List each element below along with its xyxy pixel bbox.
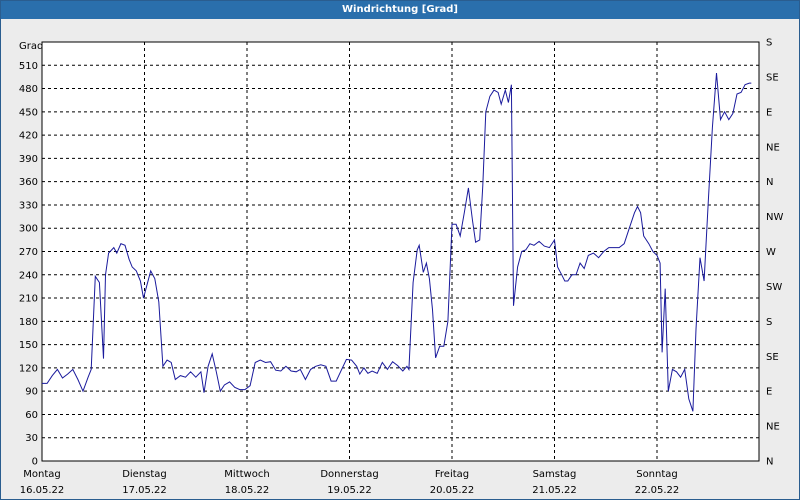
y-tick-label: 330 [19, 200, 38, 211]
y-tick-label: 450 [19, 107, 38, 118]
x-tick-weekday: Samstag [533, 469, 577, 480]
y-tick-label: 180 [19, 317, 38, 328]
direction-label: SE [766, 72, 779, 83]
chart-window: Windrichtung [Grad] 0 30 60 90 120 150 180 210 2… [0, 0, 800, 500]
plot-area [41, 41, 760, 462]
y-tick-label: 360 [19, 177, 38, 188]
y-tick-label: 300 [19, 224, 38, 235]
y-tick-label: 60 [25, 410, 38, 421]
direction-label: NE [766, 142, 780, 153]
direction-label: E [766, 107, 772, 118]
chart: 0 30 60 90 120 150 180 210 240 270 300 330 360 390 420… [19, 38, 784, 497]
x-tick-date: 18.05.22 [225, 485, 270, 496]
y-tick-label: 150 [19, 340, 38, 351]
direction-label: N [766, 177, 773, 188]
direction-label: NE [766, 422, 780, 433]
direction-label: SE [766, 352, 779, 363]
direction-label: E [766, 387, 772, 398]
y-tick-label: 390 [19, 154, 38, 165]
y-tick-label: 480 [19, 84, 38, 95]
direction-label: NW [766, 212, 783, 223]
x-tick-date: 22.05.22 [635, 485, 680, 496]
x-tick-weekday: Montag [23, 469, 60, 480]
x-tick-date: 21.05.22 [532, 485, 577, 496]
y-tick-label: 420 [19, 131, 38, 142]
y-tick-label: 120 [19, 363, 38, 374]
y-tick-label: 270 [19, 247, 38, 258]
x-axis: Montag 16.05.22 Dienstag 17.05.22 Mittwoch 18… [20, 469, 680, 496]
x-tick-date: 17.05.22 [122, 485, 167, 496]
x-tick-weekday: Donnerstag [320, 469, 378, 480]
x-tick-date: 16.05.22 [20, 485, 65, 496]
y-tick-label: 0 [32, 457, 38, 468]
x-tick-date: 19.05.22 [327, 485, 372, 496]
y-axis-label: Grad [19, 41, 43, 52]
direction-label: S [766, 38, 772, 49]
x-tick-weekday: Dienstag [122, 469, 167, 480]
y-tick-label: 510 [19, 61, 38, 72]
direction-label: S [766, 317, 772, 328]
direction-label: SW [766, 282, 782, 293]
y-tick-label: 240 [19, 270, 38, 281]
y-tick-label: 210 [19, 294, 38, 305]
x-tick-date: 20.05.22 [430, 485, 475, 496]
x-tick-weekday: Sonntag [636, 469, 678, 480]
y-tick-label: 30 [25, 433, 38, 444]
direction-label: N [766, 457, 773, 468]
direction-label: W [766, 247, 776, 258]
x-tick-weekday: Mittwoch [224, 469, 269, 480]
y-tick-label: 90 [25, 387, 38, 398]
x-tick-weekday: Freitag [435, 469, 469, 480]
y-axis-right: N NE E SE S SW W NW N NE E SE S [766, 38, 783, 468]
y-axis-left: 0 30 60 90 120 150 180 210 240 270 300 330 360 390 420… [19, 61, 38, 468]
